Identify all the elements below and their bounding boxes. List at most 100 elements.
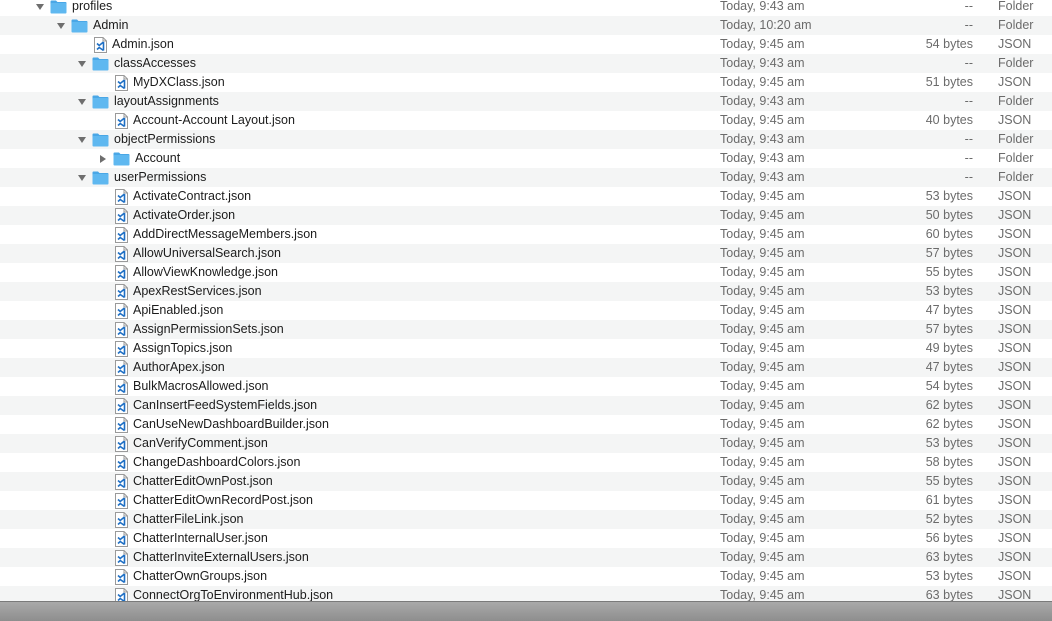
file-row[interactable]: ApiEnabled.json Today, 9:45 am 47 bytes JSO… <box>0 301 1052 320</box>
file-row[interactable]: ChatterFileLink.json Today, 9:45 am 52 byt… <box>0 510 1052 529</box>
disclosure-triangle-expanded-icon[interactable] <box>77 54 87 73</box>
date-modified: Today, 9:45 am <box>720 322 805 336</box>
json-file-icon <box>115 321 128 338</box>
item-name: Admin <box>93 18 129 32</box>
json-file-icon <box>115 188 128 205</box>
file-size: 50 bytes <box>925 208 973 222</box>
folder-row[interactable]: objectPermissions Today, 9:43 am -- Folder <box>0 130 1052 149</box>
disclosure-triangle-collapsed-icon[interactable] <box>98 149 108 168</box>
file-kind: JSON <box>998 550 1032 564</box>
file-kind: JSON <box>998 284 1032 298</box>
file-size: -- <box>964 151 973 165</box>
file-row[interactable]: CanUseNewDashboardBuilder.json Today, 9:4… <box>0 415 1052 434</box>
file-row[interactable]: Admin.json Today, 9:45 am 54 bytes JSON <box>0 35 1052 54</box>
item-name: ApiEnabled.json <box>133 303 224 317</box>
date-modified: Today, 9:43 am <box>720 170 805 184</box>
item-name: AddDirectMessageMembers.json <box>133 227 318 241</box>
file-row[interactable]: MyDXClass.json Today, 9:45 am 51 bytes JSON <box>0 73 1052 92</box>
file-row[interactable]: AssignPermissionSets.json Today, 9:45 am 5… <box>0 320 1052 339</box>
file-size: 57 bytes <box>925 246 973 260</box>
name-cell: MyDXClass.json <box>115 73 225 92</box>
name-cell: AssignPermissionSets.json <box>115 320 284 339</box>
json-file-icon <box>115 245 128 262</box>
item-name: ChatterEditOwnRecordPost.json <box>133 493 313 507</box>
name-cell: ChangeDashboardColors.json <box>115 453 300 472</box>
date-modified: Today, 9:45 am <box>720 246 805 260</box>
folder-icon <box>113 152 130 166</box>
file-kind: JSON <box>998 341 1032 355</box>
folder-row[interactable]: Account Today, 9:43 am -- Folder <box>0 149 1052 168</box>
folder-icon <box>92 171 109 185</box>
file-size: -- <box>964 56 973 70</box>
file-kind: JSON <box>998 569 1032 583</box>
file-row[interactable]: ChatterInviteExternalUsers.json Today, 9:… <box>0 548 1052 567</box>
file-row[interactable]: ChangeDashboardColors.json Today, 9:45 am… <box>0 453 1052 472</box>
file-row[interactable]: ApexRestServices.json Today, 9:45 am 53 by… <box>0 282 1052 301</box>
file-row[interactable]: AllowUniversalSearch.json Today, 9:45 am 5… <box>0 244 1052 263</box>
file-row[interactable]: ActivateOrder.json Today, 9:45 am 50 bytes… <box>0 206 1052 225</box>
date-modified: Today, 9:45 am <box>720 113 805 127</box>
name-cell: AllowUniversalSearch.json <box>115 244 281 263</box>
file-kind: Folder <box>998 132 1034 146</box>
file-kind: Folder <box>998 0 1034 13</box>
folder-icon <box>92 57 109 71</box>
file-row[interactable]: AssignTopics.json Today, 9:45 am 49 bytes J… <box>0 339 1052 358</box>
file-row[interactable]: AddDirectMessageMembers.json Today, 9:45 … <box>0 225 1052 244</box>
date-modified: Today, 9:45 am <box>720 569 805 583</box>
file-kind: JSON <box>998 398 1032 412</box>
folder-row[interactable]: Admin Today, 10:20 am -- Folder <box>0 16 1052 35</box>
folder-icon <box>92 133 109 147</box>
file-row[interactable]: ChatterEditOwnPost.json Today, 9:45 am 55 … <box>0 472 1052 491</box>
item-name: ActivateOrder.json <box>133 208 236 222</box>
file-row[interactable]: ActivateContract.json Today, 9:45 am 53 by… <box>0 187 1052 206</box>
name-cell: ChatterEditOwnPost.json <box>115 472 273 491</box>
json-file-icon <box>115 378 128 395</box>
name-cell: ChatterOwnGroups.json <box>115 567 267 586</box>
file-kind: JSON <box>998 37 1032 51</box>
disclosure-triangle-expanded-icon[interactable] <box>56 16 66 35</box>
name-cell: ChatterInviteExternalUsers.json <box>115 548 309 567</box>
item-name: ChatterFileLink.json <box>133 512 244 526</box>
file-row[interactable]: BulkMacrosAllowed.json Today, 9:45 am 54 b… <box>0 377 1052 396</box>
folder-row[interactable]: profiles Today, 9:43 am -- Folder <box>0 0 1052 16</box>
file-size: -- <box>964 170 973 184</box>
json-file-icon <box>115 530 128 547</box>
item-name: Admin.json <box>112 37 174 51</box>
file-row[interactable]: ConnectOrgToEnvironmentHub.json Today, 9:… <box>0 586 1052 601</box>
date-modified: Today, 9:45 am <box>720 227 805 241</box>
file-row[interactable]: ChatterInternalUser.json Today, 9:45 am 56… <box>0 529 1052 548</box>
item-name: CanVerifyComment.json <box>133 436 268 450</box>
file-row[interactable]: ChatterOwnGroups.json Today, 9:45 am 53 by… <box>0 567 1052 586</box>
folder-icon <box>50 0 67 14</box>
file-row[interactable]: Account-Account Layout.json Today, 9:45 a… <box>0 111 1052 130</box>
file-kind: JSON <box>998 303 1032 317</box>
date-modified: Today, 9:45 am <box>720 417 805 431</box>
date-modified: Today, 9:43 am <box>720 0 805 13</box>
folder-row[interactable]: layoutAssignments Today, 9:43 am -- Folder <box>0 92 1052 111</box>
disclosure-triangle-expanded-icon[interactable] <box>77 130 87 149</box>
name-cell: BulkMacrosAllowed.json <box>115 377 268 396</box>
folder-row[interactable]: userPermissions Today, 9:43 am -- Folder <box>0 168 1052 187</box>
folder-row[interactable]: classAccesses Today, 9:43 am -- Folder <box>0 54 1052 73</box>
file-size: -- <box>964 132 973 146</box>
window-bottom-bar <box>0 601 1052 621</box>
file-list: profiles Today, 9:43 am -- Folder Admin Today… <box>0 0 1052 601</box>
disclosure-triangle-expanded-icon[interactable] <box>77 168 87 187</box>
date-modified: Today, 9:45 am <box>720 208 805 222</box>
item-name: CanUseNewDashboardBuilder.json <box>133 417 329 431</box>
disclosure-triangle-expanded-icon[interactable] <box>77 92 87 111</box>
disclosure-triangle-expanded-icon[interactable] <box>35 0 45 16</box>
file-row[interactable]: ChatterEditOwnRecordPost.json Today, 9:45… <box>0 491 1052 510</box>
file-row[interactable]: CanVerifyComment.json Today, 9:45 am 53 by… <box>0 434 1052 453</box>
file-kind: JSON <box>998 436 1032 450</box>
file-kind: JSON <box>998 455 1032 469</box>
date-modified: Today, 9:45 am <box>720 436 805 450</box>
item-name: ChatterInternalUser.json <box>133 531 268 545</box>
name-cell: AllowViewKnowledge.json <box>115 263 278 282</box>
file-row[interactable]: AllowViewKnowledge.json Today, 9:45 am 55 … <box>0 263 1052 282</box>
date-modified: Today, 9:45 am <box>720 455 805 469</box>
file-kind: Folder <box>998 170 1034 184</box>
file-kind: JSON <box>998 493 1032 507</box>
file-row[interactable]: AuthorApex.json Today, 9:45 am 47 bytes JSO… <box>0 358 1052 377</box>
file-row[interactable]: CanInsertFeedSystemFields.json Today, 9:4… <box>0 396 1052 415</box>
